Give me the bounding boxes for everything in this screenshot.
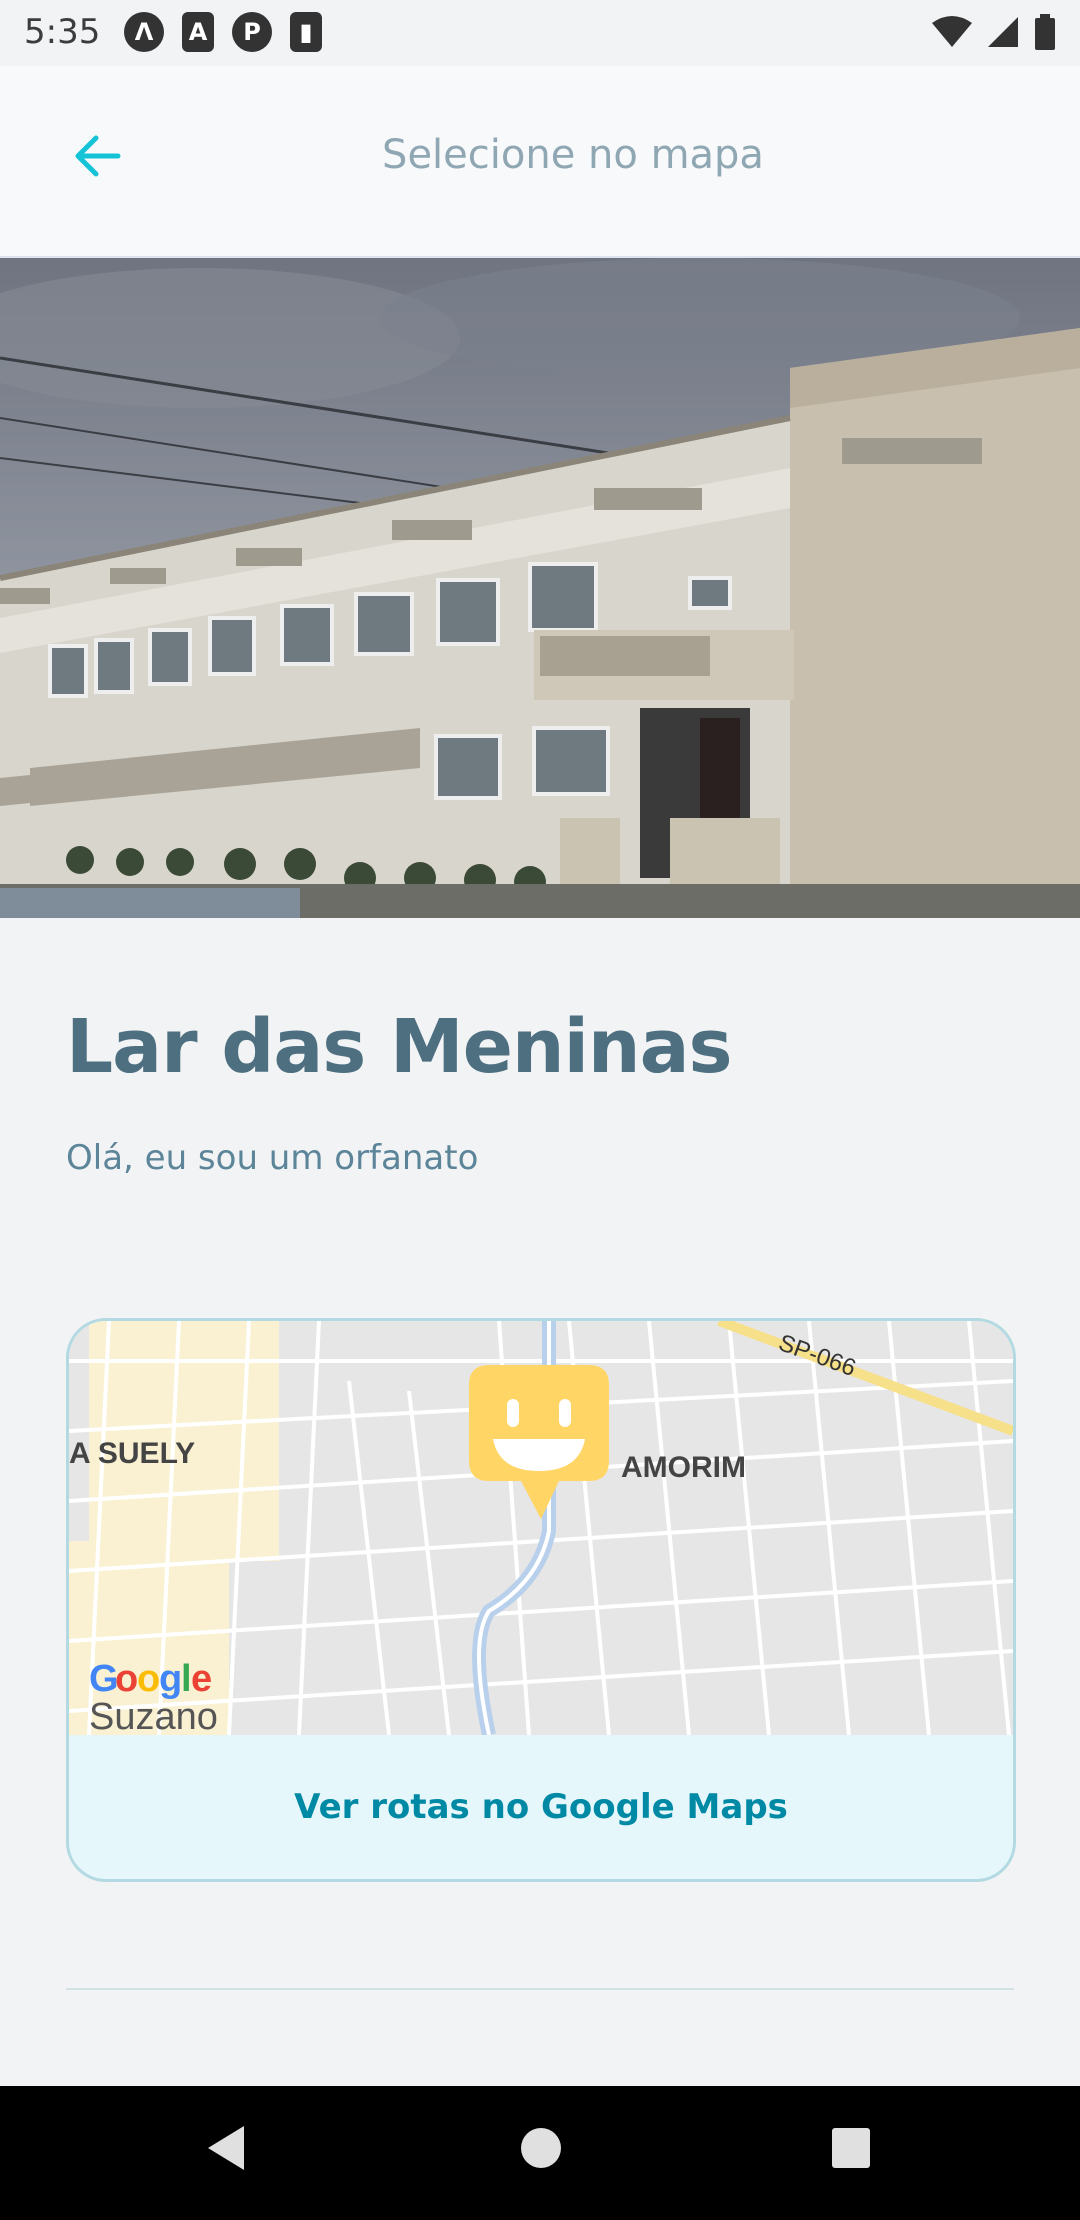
- svg-text:g: g: [159, 1658, 182, 1700]
- signal-icon: [988, 17, 1018, 47]
- wifi-icon: [932, 16, 972, 47]
- status-icons-left: Λ A P ▮: [124, 12, 322, 52]
- place-description: Olá, eu sou um orfanato: [66, 1138, 479, 1178]
- status-bar: 5:35 Λ A P ▮: [0, 0, 1080, 66]
- google-logo: G o o g l e: [89, 1658, 212, 1700]
- place-details: Lar das Meninas Olá, eu sou um orfanato: [66, 918, 1014, 1178]
- map-preview[interactable]: A SUELY AMORIM SP-066 Suzano G o o g l e: [69, 1321, 1013, 1738]
- home-circle-icon[interactable]: [520, 2124, 562, 2172]
- status-icons-right: [932, 14, 1056, 50]
- battery-icon: [1035, 14, 1055, 50]
- orphanage-photo: [0, 258, 1080, 918]
- app-header: Selecione no mapa: [0, 66, 1080, 259]
- section-divider: [66, 1988, 1014, 1990]
- a-icon: Λ: [124, 12, 164, 52]
- svg-text:l: l: [181, 1658, 192, 1700]
- google-maps-route-link[interactable]: Ver rotas no Google Maps: [69, 1735, 1013, 1879]
- pocket-casts-icon: P: [232, 12, 272, 52]
- sd-card-icon: ▮: [290, 12, 322, 52]
- page-title: Selecione no mapa: [382, 132, 764, 178]
- status-time: 5:35: [24, 12, 101, 52]
- map-label-suely: A SUELY: [69, 1437, 195, 1470]
- svg-text:o: o: [137, 1658, 160, 1700]
- route-link-label: Ver rotas no Google Maps: [294, 1787, 788, 1827]
- map-card: A SUELY AMORIM SP-066 Suzano G o o g l e: [66, 1318, 1016, 1882]
- back-triangle-icon[interactable]: [206, 2124, 246, 2172]
- recents-square-icon[interactable]: [830, 2124, 872, 2172]
- font-icon: A: [182, 12, 214, 52]
- map-label-amorim: AMORIM: [621, 1451, 746, 1484]
- svg-text:e: e: [191, 1658, 212, 1700]
- place-name: Lar das Meninas: [66, 1004, 733, 1090]
- svg-text:o: o: [115, 1658, 138, 1700]
- map-label-city: Suzano: [89, 1696, 218, 1735]
- system-nav-bar: [0, 2086, 1080, 2220]
